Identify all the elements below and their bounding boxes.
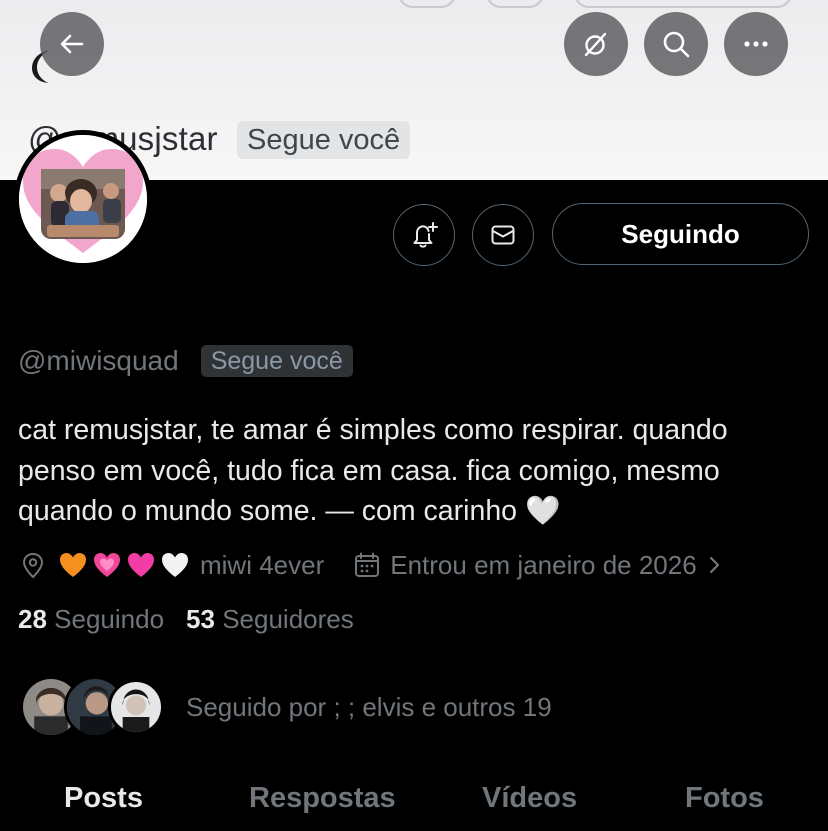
avatar[interactable]	[14, 130, 152, 268]
ghost-pill	[486, 0, 544, 8]
profile-tabs: Posts Respostas Vídeos Fotos	[0, 770, 828, 831]
white-heart-icon	[162, 553, 188, 577]
search-button[interactable]	[644, 12, 708, 76]
envelope-icon	[491, 225, 515, 245]
follow-counts: 28 Seguindo 53 Seguidores	[18, 604, 354, 635]
back-button[interactable]	[40, 12, 104, 76]
profile-bio: cat remusjstar, te amar é simples como r…	[18, 414, 728, 527]
follows-you-badge: Segue você	[200, 345, 353, 377]
following-button[interactable]: Seguindo	[552, 203, 809, 265]
avatar-image	[19, 135, 147, 263]
handle-row: @miwisquad Segue você	[18, 345, 353, 377]
message-button[interactable]	[472, 204, 534, 266]
more-button[interactable]	[724, 12, 788, 76]
tab-videos[interactable]: Vídeos	[482, 782, 577, 815]
following-link[interactable]: 28 Seguindo	[18, 604, 164, 635]
ghost-pill	[574, 0, 792, 8]
arrow-left-icon	[60, 34, 84, 54]
orange-heart-icon	[60, 553, 86, 577]
grok-button[interactable]	[564, 12, 628, 76]
tab-replies[interactable]: Respostas	[249, 782, 396, 815]
location-pin-icon	[22, 552, 44, 579]
chevron-right-icon[interactable]	[703, 554, 725, 576]
profile-handle: @miwisquad	[18, 345, 179, 376]
tab-photos[interactable]: Fotos	[685, 782, 764, 815]
followers-link[interactable]: 53 Seguidores	[186, 604, 354, 635]
grok-icon	[584, 32, 607, 57]
bell-plus-icon	[413, 222, 438, 248]
followed-by-text: Seguido por ; ; elvis e outros 19	[186, 691, 552, 722]
calendar-icon	[355, 552, 380, 577]
joined-date[interactable]: Entrou em janeiro de 2026	[390, 550, 696, 581]
sparkling-heart-icon	[94, 553, 120, 577]
more-icon	[744, 41, 768, 47]
followed-by[interactable]: Seguido por ; ; elvis e outros 19	[20, 676, 552, 738]
mutual-avatars	[20, 676, 170, 738]
profile-meta-row: miwi 4ever Entrou em janeiro de 2026	[18, 546, 725, 584]
notify-button[interactable]	[393, 204, 455, 266]
tab-posts[interactable]: Posts	[64, 782, 143, 815]
search-icon	[663, 31, 690, 58]
ghost-pill	[398, 0, 456, 8]
location-text: miwi 4ever	[200, 549, 325, 580]
location-emojis	[58, 550, 190, 580]
mutual-avatar	[108, 679, 164, 735]
ghost-follows-badge: Segue você	[237, 121, 411, 159]
pink-heart-icon	[128, 553, 154, 577]
